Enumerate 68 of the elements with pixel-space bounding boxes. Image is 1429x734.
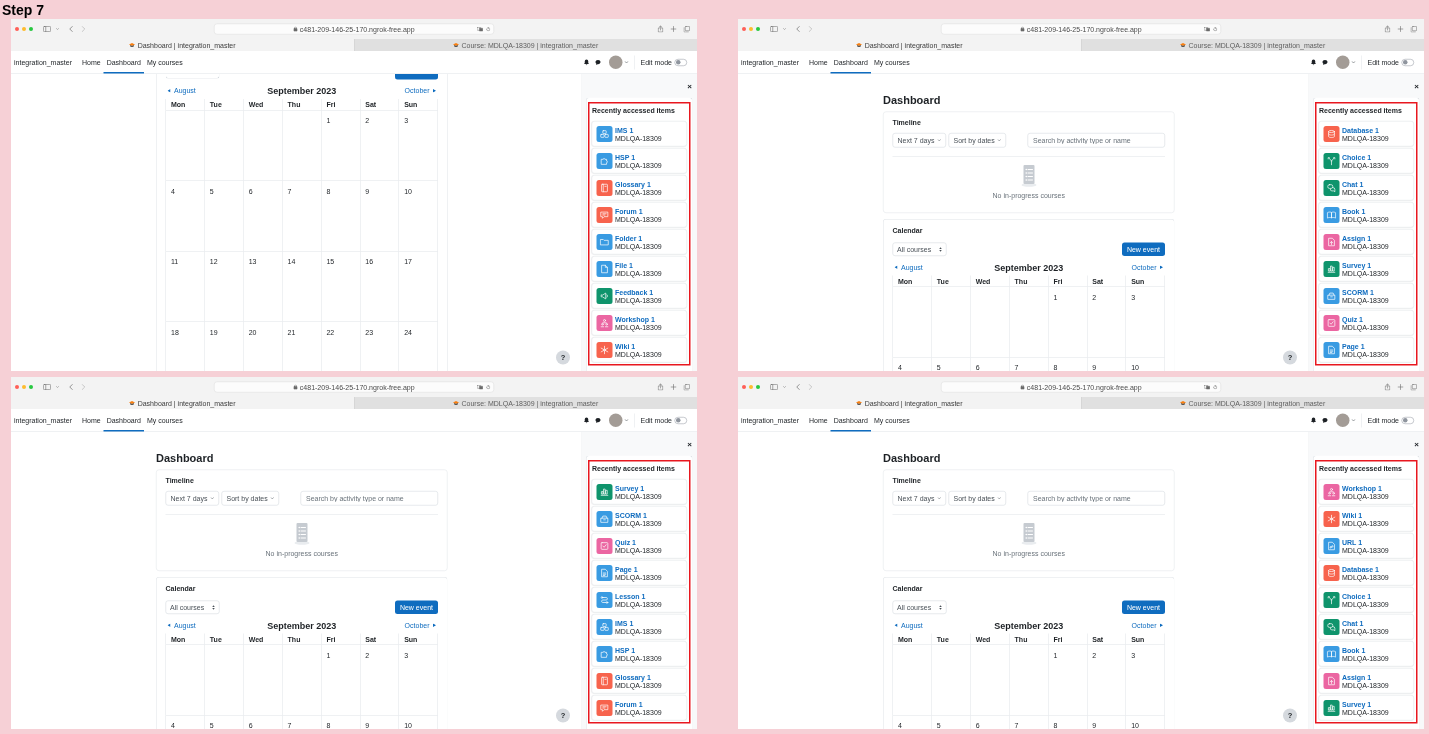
edit-mode-toggle[interactable]: [674, 58, 687, 66]
bell-icon[interactable]: [583, 417, 590, 424]
window-maximize-icon[interactable]: [756, 27, 760, 31]
triangle-left-icon: [167, 623, 171, 627]
step-title: Step 7: [1, 1, 45, 19]
window-close-icon[interactable]: [742, 27, 746, 31]
chat-bubble-icon[interactable]: [595, 417, 601, 424]
month-title: September 2023: [267, 620, 337, 631]
triangle-left-icon: [894, 623, 898, 627]
edit-mode-toggle[interactable]: [1401, 58, 1414, 66]
chat-bubble-icon[interactable]: [1322, 59, 1328, 66]
triangle-left-icon: [167, 89, 171, 93]
window-close-icon[interactable]: [15, 385, 19, 389]
graduation-cap-icon: [856, 400, 863, 406]
bell-icon[interactable]: [583, 59, 590, 66]
page-heading: Dashboard: [883, 451, 942, 465]
window-close-icon[interactable]: [15, 27, 19, 31]
window-close-icon[interactable]: [742, 385, 746, 389]
graduation-cap-icon: [452, 400, 459, 406]
window-minimize-icon[interactable]: [22, 385, 26, 389]
translate-icon[interactable]: [477, 26, 483, 32]
graduation-cap-icon: [129, 400, 136, 406]
new-event-button[interactable]: [395, 74, 438, 80]
window-maximize-icon[interactable]: [29, 27, 33, 31]
window-maximize-icon[interactable]: [29, 385, 33, 389]
graduation-cap-icon: [856, 42, 863, 48]
close-button[interactable]: ×: [686, 439, 693, 448]
window-maximize-icon[interactable]: [756, 385, 760, 389]
triangle-right-icon: [1160, 265, 1163, 269]
edit-mode-toggle[interactable]: [1401, 416, 1414, 424]
lock-icon: [1020, 384, 1025, 390]
month-title: September 2023: [267, 85, 337, 96]
chat-bubble-icon[interactable]: [595, 59, 601, 66]
window-minimize-icon[interactable]: [22, 27, 26, 31]
up-down-arrows-icon: [939, 604, 942, 610]
avatar[interactable]: [609, 413, 623, 427]
avatar[interactable]: [1336, 413, 1350, 427]
page-heading: Dashboard: [883, 93, 942, 107]
lock-icon: [293, 384, 298, 390]
up-down-arrows-icon: [212, 604, 215, 610]
month-title: September 2023: [994, 620, 1064, 631]
graduation-cap-icon: [452, 42, 459, 48]
bell-icon[interactable]: [1310, 417, 1317, 424]
up-down-arrows-icon: [939, 246, 942, 252]
translate-icon[interactable]: [1204, 384, 1210, 390]
window-minimize-icon[interactable]: [749, 27, 753, 31]
lock-icon: [1020, 26, 1025, 32]
bell-icon[interactable]: [1310, 59, 1317, 66]
translate-icon[interactable]: [477, 384, 483, 390]
close-button[interactable]: ×: [1413, 81, 1420, 90]
close-button[interactable]: ×: [1413, 439, 1420, 448]
avatar[interactable]: [1336, 55, 1350, 69]
avatar[interactable]: [609, 55, 623, 69]
triangle-right-icon: [433, 89, 436, 93]
chat-bubble-icon[interactable]: [1322, 417, 1328, 424]
triangle-left-icon: [894, 265, 898, 269]
month-title: September 2023: [994, 262, 1064, 273]
graduation-cap-icon: [1179, 42, 1186, 48]
triangle-right-icon: [1160, 623, 1163, 627]
graduation-cap-icon: [129, 42, 136, 48]
translate-icon[interactable]: [1204, 26, 1210, 32]
close-button[interactable]: ×: [686, 81, 693, 90]
lock-icon: [293, 26, 298, 32]
window-minimize-icon[interactable]: [749, 385, 753, 389]
edit-mode-toggle[interactable]: [674, 416, 687, 424]
page-heading: Dashboard: [156, 451, 215, 465]
graduation-cap-icon: [1179, 400, 1186, 406]
triangle-right-icon: [433, 623, 436, 627]
